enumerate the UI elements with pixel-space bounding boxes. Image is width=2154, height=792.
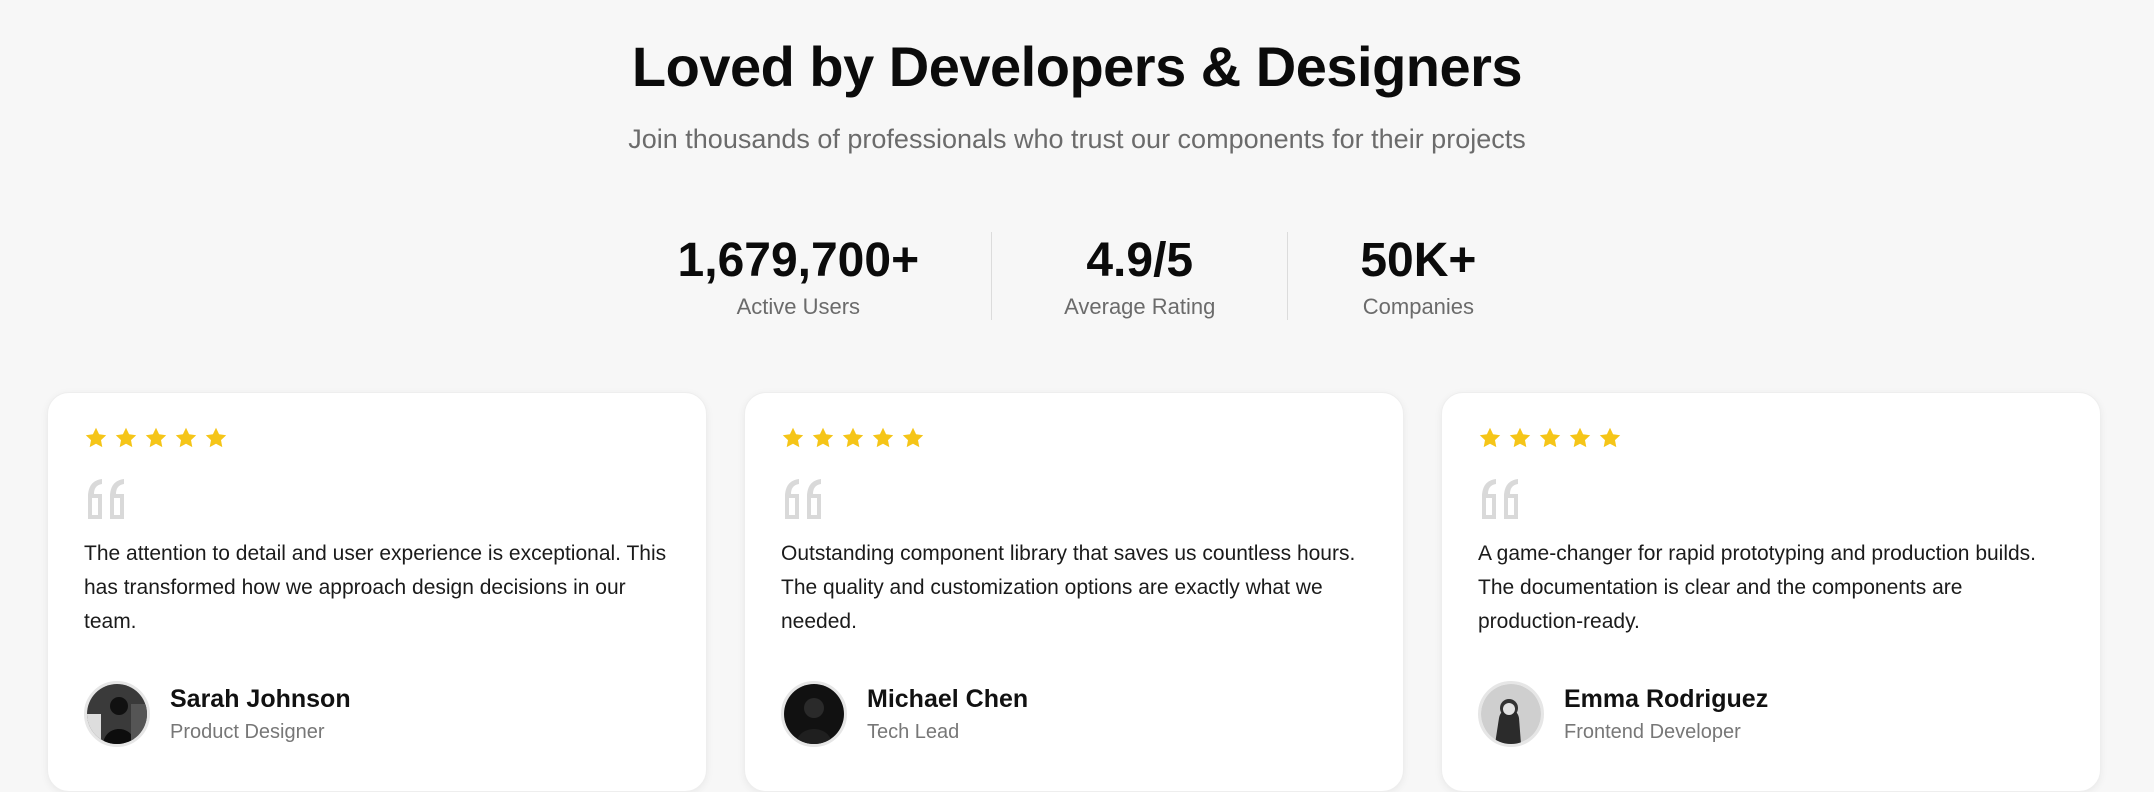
stat-value: 4.9/5	[1086, 234, 1194, 287]
star-icon	[204, 426, 228, 452]
star-icon	[901, 426, 925, 452]
author-name: Emma Rodriguez	[1564, 685, 1769, 713]
star-icon	[174, 426, 198, 452]
star-rating	[1478, 426, 2064, 452]
quote-icon	[84, 477, 130, 521]
stats-row: 1,679,700+ Active Users 4.9/5 Average Ra…	[0, 232, 2154, 320]
author-name: Sarah Johnson	[170, 685, 351, 713]
stat-active-users: 1,679,700+ Active Users	[606, 232, 992, 320]
avatar	[1478, 681, 1544, 747]
author-role: Product Designer	[170, 721, 325, 743]
star-icon	[1568, 426, 1592, 452]
stat-label: Average Rating	[1064, 294, 1216, 319]
star-icon	[1508, 426, 1532, 452]
star-icon	[114, 426, 138, 452]
star-rating	[781, 426, 1367, 452]
testimonial-card: A game-changer for rapid prototyping and…	[1441, 392, 2101, 792]
star-icon	[1478, 426, 1502, 452]
author-name: Michael Chen	[867, 685, 1029, 713]
testimonial-text: A game-changer for rapid prototyping and…	[1478, 542, 2037, 633]
testimonial-card: Outstanding component library that saves…	[744, 392, 1404, 792]
stat-value: 1,679,700+	[677, 234, 920, 287]
testimonial-author: Michael Chen Tech Lead	[781, 681, 1028, 747]
quote-icon	[1478, 477, 1524, 521]
stat-companies: 50K+ Companies	[1287, 232, 1548, 320]
avatar	[84, 681, 150, 747]
star-icon	[781, 426, 805, 452]
stat-average-rating: 4.9/5 Average Rating	[991, 232, 1287, 320]
testimonial-text: Outstanding component library that saves…	[781, 542, 1356, 633]
author-role: Frontend Developer	[1564, 721, 1741, 743]
star-icon	[144, 426, 168, 452]
star-icon	[841, 426, 865, 452]
star-icon	[84, 426, 108, 452]
quote-icon	[781, 477, 827, 521]
star-icon	[1598, 426, 1622, 452]
page-subtitle: Join thousands of professionals who trus…	[628, 124, 1526, 154]
stat-label: Companies	[1362, 294, 1475, 319]
testimonial-author: Sarah Johnson Product Designer	[84, 681, 351, 747]
stat-label: Active Users	[736, 294, 861, 319]
testimonial-cards: The attention to detail and user experie…	[47, 392, 2107, 792]
star-icon	[811, 426, 835, 452]
testimonial-card: The attention to detail and user experie…	[47, 392, 707, 792]
stat-value: 50K+	[1360, 234, 1477, 287]
star-icon	[1538, 426, 1562, 452]
author-role: Tech Lead	[867, 721, 960, 743]
testimonial-text: The attention to detail and user experie…	[84, 542, 667, 633]
testimonial-author: Emma Rodriguez Frontend Developer	[1478, 681, 1768, 747]
avatar	[781, 681, 847, 747]
star-icon	[871, 426, 895, 452]
page-title: Loved by Developers & Designers	[631, 35, 1523, 98]
star-rating	[84, 426, 670, 452]
